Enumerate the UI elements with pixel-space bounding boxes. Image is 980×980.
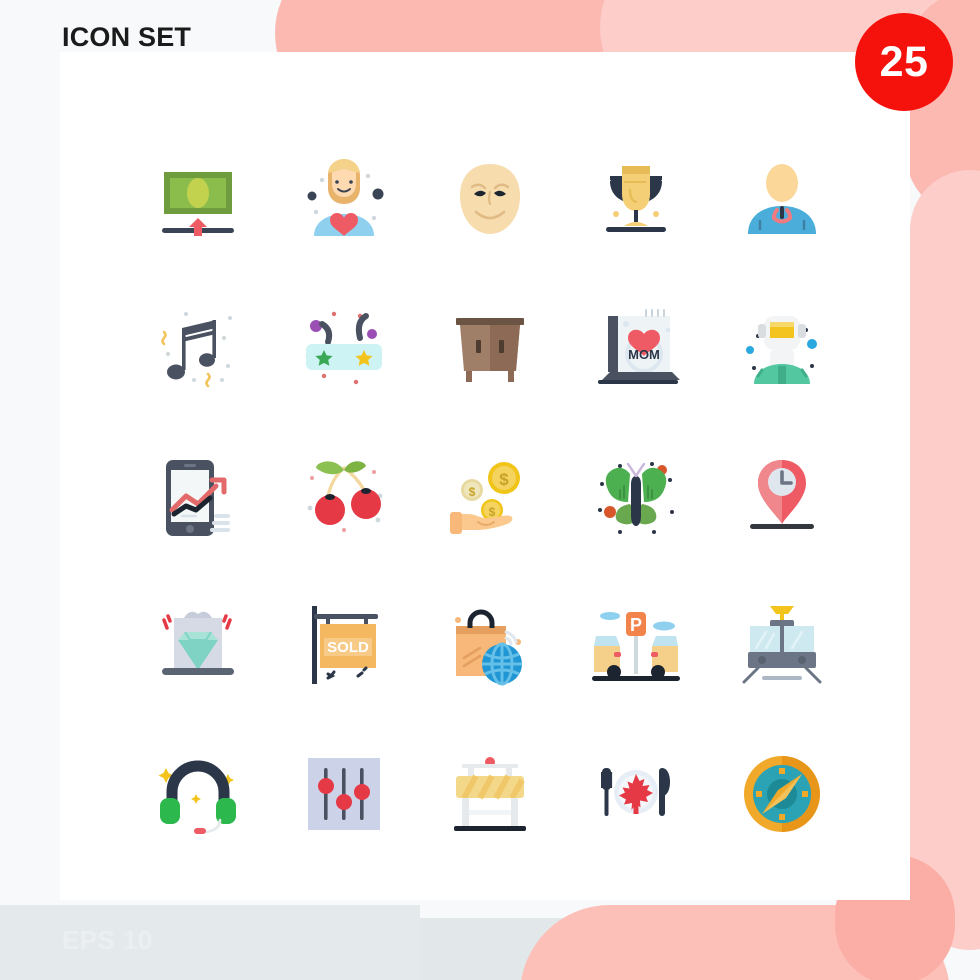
- canadian-food-icon: [601, 768, 670, 816]
- icon-grid: MOM $ $ $ SOLD P: [125, 128, 855, 868]
- icon-cell-money-slider[interactable]: [125, 128, 271, 276]
- mobile-analytics-icon: [166, 460, 230, 536]
- theatre-mask-icon: [460, 164, 520, 234]
- hand-coins-icon: $ $ $: [450, 462, 520, 534]
- icon-cell-location-clock[interactable]: [709, 424, 855, 572]
- svg-text:SOLD: SOLD: [327, 639, 369, 656]
- online-shopping-icon: [455, 609, 522, 686]
- icon-cell-parking-cars[interactable]: P: [563, 572, 709, 720]
- icon-count-badge: 25: [855, 13, 953, 111]
- music-note-party-icon: [161, 312, 232, 388]
- svg-text:$: $: [489, 505, 496, 519]
- headset-icon: [158, 760, 236, 834]
- svg-text:MOM: MOM: [628, 347, 660, 362]
- icon-cell-canadian-food[interactable]: [563, 720, 709, 868]
- cabinet-icon: [456, 318, 524, 382]
- compass-icon: [744, 756, 820, 832]
- icon-cell-road-barrier[interactable]: [417, 720, 563, 868]
- trophy-icon: [606, 166, 666, 232]
- poster-stage: ICON SET 25 EPS 10 MOM $ $ $ SOLD P: [0, 0, 980, 980]
- road-barrier-icon: [454, 757, 526, 831]
- page-title: ICON SET: [62, 22, 192, 52]
- icon-cell-cherry[interactable]: [271, 424, 417, 572]
- mom-laptop-icon: MOM: [598, 309, 680, 384]
- icon-cell-hand-coins[interactable]: $ $ $: [417, 424, 563, 572]
- svg-text:$: $: [499, 470, 509, 489]
- icon-cell-sold-sign[interactable]: SOLD: [271, 572, 417, 720]
- woman-heart-icon: [307, 159, 384, 236]
- icon-cell-trophy[interactable]: [563, 128, 709, 276]
- icon-count-value: 25: [879, 37, 929, 86]
- sold-sign-icon: SOLD: [312, 606, 378, 684]
- icon-cell-astronaut[interactable]: [709, 276, 855, 424]
- icon-cell-cabinet[interactable]: [417, 276, 563, 424]
- icon-cell-equalizer[interactable]: [271, 720, 417, 868]
- icon-cell-party-glasses[interactable]: [271, 276, 417, 424]
- diamond-gift-icon: [162, 611, 234, 675]
- parking-cars-icon: P: [592, 612, 680, 681]
- icon-cell-online-shopping[interactable]: [417, 572, 563, 720]
- icon-cell-compass[interactable]: [709, 720, 855, 868]
- party-glasses-icon: [305, 311, 382, 385]
- icon-cell-headset[interactable]: [125, 720, 271, 868]
- icon-cell-butterfly[interactable]: [563, 424, 709, 572]
- cherry-icon: [307, 461, 383, 532]
- icon-cell-user-power[interactable]: [709, 128, 855, 276]
- background-blob-right-edge: [910, 170, 980, 950]
- user-power-icon: [748, 164, 816, 234]
- icon-cell-music-note[interactable]: [125, 276, 271, 424]
- money-slider-icon: [162, 172, 234, 236]
- icon-cell-woman-heart[interactable]: [271, 128, 417, 276]
- format-label: EPS 10: [62, 925, 153, 955]
- location-clock-icon: [750, 460, 814, 529]
- icon-cell-mobile-analytics[interactable]: [125, 424, 271, 572]
- icon-cell-diamond-gift[interactable]: [125, 572, 271, 720]
- equalizer-icon: [308, 758, 380, 830]
- butterfly-icon: [598, 462, 674, 534]
- icon-cell-theatre-mask[interactable]: [417, 128, 563, 276]
- astronaut-icon: [746, 316, 817, 384]
- tram-icon: [742, 606, 822, 684]
- svg-text:$: $: [469, 485, 476, 499]
- svg-text:P: P: [630, 615, 642, 635]
- icon-cell-tram[interactable]: [709, 572, 855, 720]
- icon-cell-mom-laptop[interactable]: MOM: [563, 276, 709, 424]
